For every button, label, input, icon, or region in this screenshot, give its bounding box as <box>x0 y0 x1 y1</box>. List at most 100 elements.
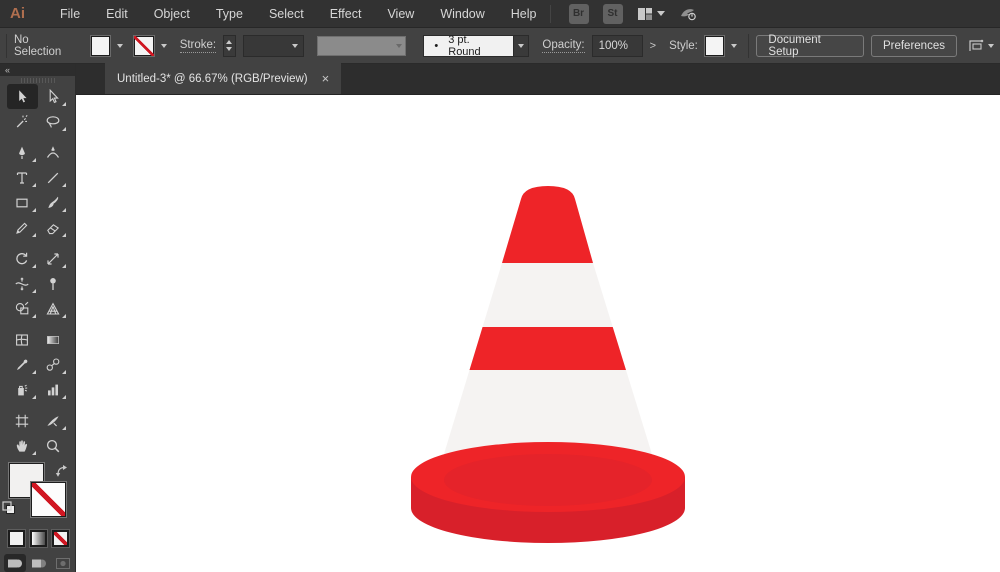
traffic-cone-artwork <box>76 95 999 572</box>
drawing-modes-row <box>0 547 75 572</box>
tool-shape-builder[interactable] <box>7 296 38 321</box>
tool-symbol-sprayer[interactable] <box>7 377 38 402</box>
stock-icon[interactable]: St <box>603 4 623 24</box>
tool-magic-wand[interactable] <box>7 109 38 134</box>
brush-definition-field[interactable]: • 3 pt. Round <box>423 35 514 57</box>
tool-artboard[interactable] <box>7 408 38 433</box>
draw-inside-icon <box>55 557 71 570</box>
stroke-chevron-icon[interactable] <box>161 44 167 48</box>
chevron-down-icon <box>518 44 524 48</box>
tool-perspective-grid[interactable] <box>38 296 69 321</box>
preferences-button[interactable]: Preferences <box>871 35 957 57</box>
tool-pen[interactable] <box>7 140 38 165</box>
menu-window[interactable]: Window <box>427 0 497 28</box>
draw-behind-icon <box>31 557 47 570</box>
menu-select[interactable]: Select <box>256 0 317 28</box>
tab-close-icon[interactable]: × <box>322 72 330 85</box>
opacity-submenu-arrow[interactable]: > <box>650 40 656 52</box>
menu-object[interactable]: Object <box>141 0 203 28</box>
cone-base-inset <box>444 454 652 506</box>
tool-selection[interactable] <box>7 84 38 109</box>
tool-eyedropper[interactable] <box>7 352 38 377</box>
tool-hand[interactable] <box>7 433 38 458</box>
tool-blend[interactable] <box>38 352 69 377</box>
eyedropper-icon <box>14 357 30 373</box>
chevron-down-icon <box>292 44 298 48</box>
stroke-panel-link[interactable]: Stroke: <box>180 39 216 53</box>
illustrator-window: Ai File Edit Object Type Select Effect V… <box>0 0 1000 572</box>
stroke-weight-stepper[interactable] <box>223 35 236 57</box>
cone-top-stripe <box>456 183 640 263</box>
tool-type[interactable] <box>7 165 38 190</box>
tool-pencil[interactable] <box>7 215 38 240</box>
bridge-icon[interactable]: Br <box>569 4 589 24</box>
tools-panel-grip[interactable] <box>0 76 75 84</box>
selection-status: No Selection <box>14 34 78 58</box>
tool-rotate[interactable] <box>7 246 38 271</box>
menu-type[interactable]: Type <box>203 0 256 28</box>
fill-stroke-indicator <box>0 462 75 526</box>
stroke-indicator[interactable] <box>31 482 66 517</box>
brush-dot-icon: • <box>434 40 438 52</box>
artboard-canvas[interactable] <box>76 95 1000 572</box>
tool-eraser[interactable] <box>38 215 69 240</box>
fill-color-swatch[interactable] <box>91 36 111 56</box>
stepper-down-icon[interactable] <box>226 47 232 51</box>
stroke-color-swatch[interactable] <box>134 36 154 56</box>
tool-mesh[interactable] <box>7 327 38 352</box>
tool-width[interactable] <box>7 271 38 296</box>
none-mode-button[interactable] <box>52 530 69 547</box>
menu-view[interactable]: View <box>374 0 427 28</box>
column-graph-icon <box>45 382 61 398</box>
document-setup-button[interactable]: Document Setup <box>756 35 864 57</box>
width-profile-dropdown <box>317 36 407 56</box>
tool-direct-selection[interactable] <box>38 84 69 109</box>
swap-fill-stroke-icon[interactable] <box>55 464 70 477</box>
menu-bar: Ai File Edit Object Type Select Effect V… <box>0 0 1000 28</box>
menu-effect[interactable]: Effect <box>317 0 375 28</box>
color-mode-button[interactable] <box>8 530 25 547</box>
blend-icon <box>45 357 61 373</box>
type-icon <box>14 170 30 186</box>
draw-inside-button <box>52 554 74 572</box>
stepper-up-icon[interactable] <box>226 40 232 44</box>
rotate-icon <box>14 251 30 267</box>
chevron-down-icon <box>988 44 994 48</box>
tool-gradient[interactable] <box>38 327 69 352</box>
menu-file[interactable]: File <box>47 0 93 28</box>
tool-lasso[interactable] <box>38 109 69 134</box>
document-tab[interactable]: Untitled-3* @ 66.67% (RGB/Preview) × <box>105 63 341 94</box>
gradient-mode-button[interactable] <box>30 530 47 547</box>
tool-curvature[interactable] <box>38 140 69 165</box>
arrange-documents-button[interactable] <box>968 39 994 53</box>
menu-edit[interactable]: Edit <box>93 0 141 28</box>
tool-scale[interactable] <box>38 246 69 271</box>
tool-rectangle[interactable] <box>7 190 38 215</box>
shape-builder-icon <box>14 301 30 317</box>
chevron-down-icon <box>396 44 402 48</box>
tool-slice[interactable] <box>38 408 69 433</box>
fill-chevron-icon[interactable] <box>117 44 123 48</box>
style-swatch[interactable] <box>705 36 725 56</box>
tool-puppet-warp[interactable] <box>38 271 69 296</box>
tool-column-graph[interactable] <box>38 377 69 402</box>
brush-dropdown-button[interactable] <box>514 35 530 57</box>
default-fill-stroke-icon[interactable] <box>2 501 16 515</box>
stroke-weight-dropdown[interactable] <box>243 35 304 57</box>
share-icon[interactable] <box>679 6 697 21</box>
tool-paintbrush[interactable] <box>38 190 69 215</box>
opacity-panel-link[interactable]: Opacity: <box>542 39 584 53</box>
collapse-panel-icon[interactable]: « <box>5 65 10 75</box>
tool-zoom[interactable] <box>38 433 69 458</box>
opacity-input[interactable]: 100% <box>592 35 643 57</box>
draw-behind-button[interactable] <box>28 554 50 572</box>
symbol-sprayer-icon <box>14 382 30 398</box>
workspace-switcher[interactable] <box>637 7 665 21</box>
hand-icon <box>14 438 30 454</box>
control-bar: No Selection Stroke: • 3 pt. Round Opaci… <box>0 28 1000 64</box>
tool-line-segment[interactable] <box>38 165 69 190</box>
draw-normal-button[interactable] <box>4 554 26 572</box>
slice-icon <box>45 413 61 429</box>
menu-help[interactable]: Help <box>498 0 550 28</box>
style-chevron-icon[interactable] <box>731 44 737 48</box>
